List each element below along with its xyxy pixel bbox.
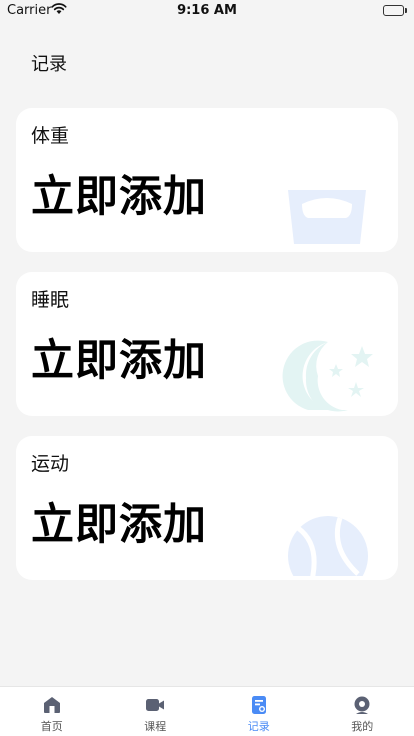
add-now-button[interactable]: 立即添加	[31, 326, 207, 388]
ball-icon	[288, 516, 368, 576]
tab-label: 首页	[40, 720, 63, 733]
tab-record[interactable]: 记录	[207, 687, 311, 736]
status-bar: Carrier 9:16 AM	[0, 0, 414, 22]
tab-label: 我的	[351, 720, 374, 733]
home-icon	[43, 697, 60, 713]
scale-icon	[288, 190, 366, 244]
battery-icon	[383, 5, 407, 17]
add-now-button[interactable]: 立即添加	[31, 162, 207, 224]
add-now-button[interactable]: 立即添加	[31, 490, 207, 552]
video-icon	[146, 699, 165, 711]
card-title: 运动	[31, 453, 70, 475]
card-title: 体重	[31, 125, 70, 147]
clock: 9:16 AM	[177, 3, 237, 18]
exercise-card[interactable]: 运动 立即添加	[16, 436, 398, 580]
tab-course[interactable]: 课程	[104, 687, 208, 736]
sleep-card[interactable]: 睡眠 立即添加	[16, 272, 398, 416]
weight-card[interactable]: 体重 立即添加	[16, 108, 398, 252]
moon-stars-icon	[282, 340, 373, 412]
record-icon	[251, 696, 266, 714]
tab-home[interactable]: 首页	[0, 687, 104, 736]
profile-icon	[354, 696, 370, 714]
tab-bar: 首页 课程 记录 我的	[0, 686, 414, 736]
tab-label: 记录	[247, 720, 270, 733]
tab-mine[interactable]: 我的	[311, 687, 414, 736]
page-title: 记录	[31, 54, 67, 75]
card-title: 睡眠	[31, 289, 70, 311]
tab-label: 课程	[144, 720, 167, 733]
